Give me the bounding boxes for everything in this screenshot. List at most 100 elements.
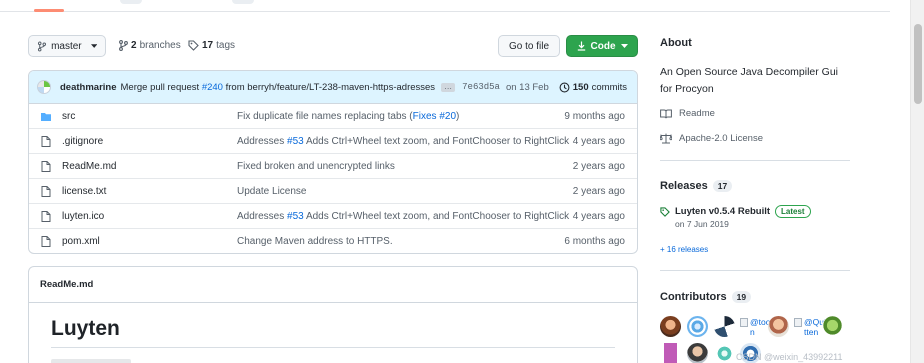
contributor-avatar[interactable] xyxy=(660,343,681,363)
releases-heading[interactable]: Releases 17 xyxy=(660,180,733,192)
tags-link[interactable]: 17 tags xyxy=(188,40,235,51)
commit-date[interactable]: on 13 Feb xyxy=(506,82,549,93)
branch-name: master xyxy=(51,40,82,52)
contributors-count: 19 xyxy=(731,291,752,303)
contributor-avatar[interactable] xyxy=(687,316,708,337)
file-name[interactable]: pom.xml xyxy=(62,236,100,247)
about-description: An Open Source Java Decompiler Gui for P… xyxy=(660,66,839,95)
about-heading: About xyxy=(660,37,692,49)
readme-panel: ReadMe.md Luyten xyxy=(28,266,638,363)
release-date: on 7 Jun 2019 xyxy=(675,219,729,229)
readme-filename[interactable]: ReadMe.md xyxy=(40,279,93,290)
file-icon xyxy=(41,236,51,247)
caret-down-icon xyxy=(90,43,97,48)
file-commit-message[interactable]: Addresses #53 Adds Ctrl+Wheel text zoom,… xyxy=(237,211,569,222)
book-icon xyxy=(660,109,672,118)
branch-icon xyxy=(37,41,47,51)
readme-divider xyxy=(51,347,615,348)
scale-icon xyxy=(660,133,672,144)
file-age: 4 years ago xyxy=(572,211,625,222)
branch-count: 2 xyxy=(131,40,137,51)
active-tab-underline xyxy=(34,9,64,12)
latest-badge: Latest xyxy=(775,205,811,218)
branch-icon xyxy=(119,40,128,51)
file-age: 4 years ago xyxy=(572,136,625,147)
code-button-label: Code xyxy=(590,40,616,52)
release-name: Luyten v0.5.4 Rebuilt xyxy=(675,206,771,217)
file-row: pom.xml Change Maven address to HTTPS. 6… xyxy=(29,229,637,253)
latest-commit-bar: deathmarine Merge pull request #240 from… xyxy=(29,71,637,104)
file-icon xyxy=(41,161,51,172)
commit-pr-link[interactable]: #240 xyxy=(202,82,223,93)
releases-count: 17 xyxy=(712,180,733,192)
commit-expand-button[interactable]: … xyxy=(441,82,456,92)
folder-icon xyxy=(41,113,51,121)
file-name[interactable]: .gitignore xyxy=(62,136,103,147)
file-age: 6 months ago xyxy=(564,236,625,247)
tag-icon xyxy=(188,40,199,51)
file-age: 2 years ago xyxy=(572,186,625,197)
file-commit-message[interactable]: Fixed broken and unencrypted links xyxy=(237,161,395,172)
contributor-avatar[interactable] xyxy=(714,343,735,363)
file-row: license.txt Update License 2 years ago xyxy=(29,179,637,204)
more-releases-link[interactable]: + 16 releases xyxy=(660,245,708,254)
file-age: 2 years ago xyxy=(572,161,625,172)
contributors-heading[interactable]: Contributors 19 xyxy=(660,291,752,303)
broken-image-icon xyxy=(740,318,748,327)
scrollbar-thumb[interactable] xyxy=(914,24,922,104)
file-listing: deathmarine Merge pull request #240 from… xyxy=(28,70,638,254)
go-to-file-label: Go to file xyxy=(508,40,550,52)
commit-count: 150 xyxy=(572,81,589,93)
file-icon xyxy=(41,136,51,147)
page-scrollbar[interactable] xyxy=(910,0,924,363)
commit-message-prefix[interactable]: Merge pull request xyxy=(121,82,200,93)
readme-link[interactable]: Readme xyxy=(660,108,715,119)
contributor-avatar[interactable] xyxy=(822,316,843,337)
commit-message-suffix[interactable]: from berryh/feature/LT-238-maven-https-a… xyxy=(226,82,435,93)
readme-cutoff-text xyxy=(51,359,131,363)
readme-title: Luyten xyxy=(51,317,120,340)
file-commit-message[interactable]: Update License xyxy=(237,186,307,197)
latest-release-link[interactable]: Luyten v0.5.4 Rebuilt Latest xyxy=(660,205,811,218)
file-name[interactable]: license.txt xyxy=(62,186,106,197)
file-age: 9 months ago xyxy=(564,111,625,122)
author-avatar[interactable] xyxy=(37,80,51,94)
sidebar-divider xyxy=(660,270,850,271)
file-icon xyxy=(41,186,51,197)
caret-down-icon xyxy=(620,43,628,48)
license-link[interactable]: Apache-2.0 License xyxy=(660,133,763,144)
tag-word: tags xyxy=(216,40,236,51)
commit-history-link[interactable]: 150 commits xyxy=(559,82,627,93)
file-row: src Fix duplicate file names replacing t… xyxy=(29,104,637,129)
commit-word: commits xyxy=(591,81,627,93)
tab-counter-ghost xyxy=(120,0,142,4)
readme-header: ReadMe.md xyxy=(29,267,637,303)
tag-icon xyxy=(660,206,670,217)
file-commit-message[interactable]: Addresses #53 Adds Ctrl+Wheel text zoom,… xyxy=(237,136,569,147)
broken-image-icon xyxy=(794,318,802,327)
file-name[interactable]: src xyxy=(62,111,75,122)
commit-author[interactable]: deathmarine xyxy=(60,82,117,93)
tag-count: 17 xyxy=(202,40,214,51)
file-commit-message[interactable]: Fix duplicate file names replacing tabs … xyxy=(237,111,459,122)
branches-link[interactable]: 2 branches xyxy=(118,40,181,51)
file-row: ReadMe.md Fixed broken and unencrypted l… xyxy=(29,154,637,179)
file-name[interactable]: luyten.ico xyxy=(62,211,104,222)
commit-sha[interactable]: 7e63d5a xyxy=(462,82,500,92)
contributor-avatar[interactable] xyxy=(714,316,735,337)
contributor-avatar[interactable] xyxy=(660,316,681,337)
clock-icon xyxy=(559,82,570,92)
download-icon xyxy=(577,41,585,51)
file-row: luyten.ico Addresses #53 Adds Ctrl+Wheel… xyxy=(29,204,637,229)
branch-selector-button[interactable]: master xyxy=(28,35,106,57)
repo-tab-strip xyxy=(0,0,890,12)
file-row: .gitignore Addresses #53 Adds Ctrl+Wheel… xyxy=(29,129,637,154)
code-button[interactable]: Code xyxy=(566,35,638,57)
contributor-avatar[interactable] xyxy=(687,343,708,363)
file-name[interactable]: ReadMe.md xyxy=(62,161,116,172)
contributor-avatar[interactable] xyxy=(768,316,789,337)
file-commit-message[interactable]: Change Maven address to HTTPS. xyxy=(237,236,393,247)
branch-word: branches xyxy=(139,40,181,51)
go-to-file-button[interactable]: Go to file xyxy=(498,35,560,57)
file-icon xyxy=(41,211,51,222)
